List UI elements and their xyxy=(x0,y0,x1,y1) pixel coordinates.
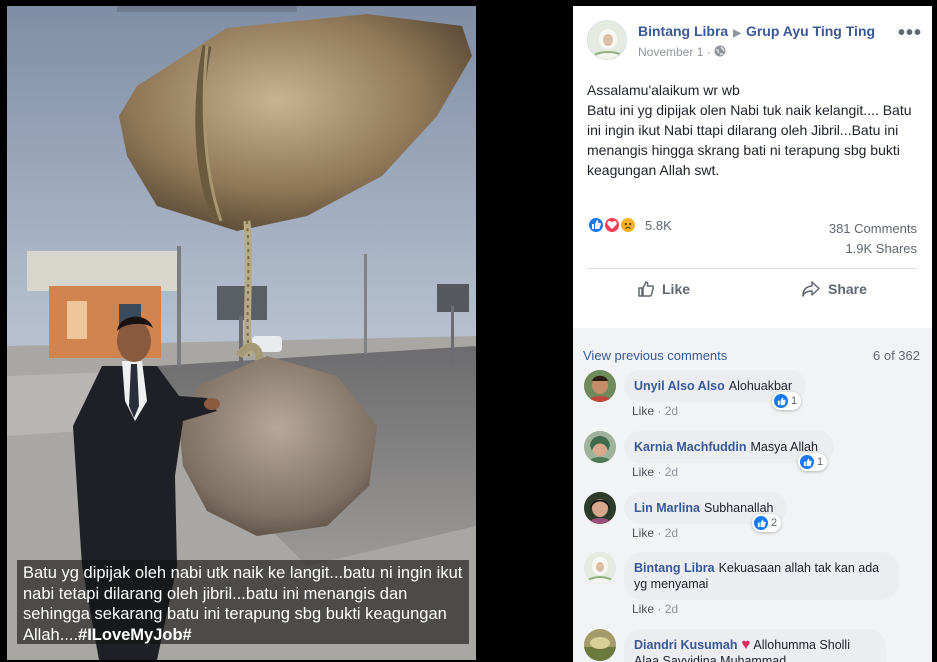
view-previous-comments-link[interactable]: View previous comments xyxy=(583,348,727,363)
comment-bubble: Diandri Kusumah ♥ Allohumma Sholli Alaa Sa… xyxy=(624,629,886,662)
comment-text: Alohuakbar xyxy=(728,379,793,393)
like-reaction-icon xyxy=(754,516,768,530)
dot-separator: · xyxy=(657,526,662,540)
comments-pagination: 6 of 362 xyxy=(873,348,920,363)
comment-like-link[interactable]: Like xyxy=(632,404,654,418)
post-actions: Like Share xyxy=(587,274,917,304)
divider xyxy=(587,268,917,269)
caption-hashtag: #ILoveMyJob# xyxy=(78,625,192,644)
comments-section: View previous comments 6 of 362 Unyil Al… xyxy=(573,328,932,662)
comment-reaction-count: 1 xyxy=(791,395,798,407)
commenter-avatar[interactable] xyxy=(584,431,616,463)
post-photo[interactable]: Batu yg dipijak oleh nabi utk naik ke la… xyxy=(7,6,476,660)
comment-like-link[interactable]: Like xyxy=(632,465,654,479)
share-button[interactable]: Share xyxy=(801,274,867,304)
like-button[interactable]: Like xyxy=(637,274,690,304)
comment-reactions[interactable]: 2 xyxy=(752,514,782,532)
engagement-counts: 381 Comments 1.9K Shares xyxy=(829,219,917,259)
dot-separator: · xyxy=(657,465,662,479)
post-header: Bintang Libra ▶ Grup Ayu Ting Ting Novembe… xyxy=(587,20,922,64)
post-greeting: Assalamu'alaikum wr wb xyxy=(587,82,740,98)
like-reaction-icon xyxy=(587,216,605,234)
photo-caption: Batu yg dipijak oleh nabi utk naik ke la… xyxy=(17,560,469,644)
sad-reaction-icon xyxy=(619,216,637,234)
post-body: Batu ini yg dipijak olen Nabi tuk naik k… xyxy=(587,102,912,178)
dot-separator: · xyxy=(706,45,715,59)
dot-separator: · xyxy=(657,404,662,418)
commenter-avatar[interactable] xyxy=(584,629,616,661)
commenter-name[interactable]: Diandri Kusumah xyxy=(634,638,738,652)
commenter-avatar[interactable] xyxy=(584,492,616,524)
post-meta: November 1 · xyxy=(638,45,726,59)
post-date[interactable]: November 1 xyxy=(638,45,703,59)
heart-icon: ♥ xyxy=(741,636,751,653)
comment-time[interactable]: 2d xyxy=(665,404,678,418)
post-side-panel: Bintang Libra ▶ Grup Ayu Ting Ting Novembe… xyxy=(573,6,932,662)
commenter-avatar[interactable] xyxy=(584,552,616,584)
post-message: Assalamu'alaikum wr wb Batu ini yg dipij… xyxy=(587,80,917,180)
reactions-bar: 5.8K 381 Comments 1.9K Shares xyxy=(587,216,917,256)
like-label: Like xyxy=(662,281,691,297)
comment-actions: Like · 2d xyxy=(632,526,678,540)
like-reaction-icon xyxy=(774,394,788,408)
avatar-image xyxy=(584,431,616,463)
comment-like-link[interactable]: Like xyxy=(632,602,654,616)
like-reaction-icon xyxy=(800,455,814,469)
group-name[interactable]: Grup Ayu Ting Ting xyxy=(746,23,875,39)
comment-reaction-count: 1 xyxy=(817,456,824,468)
comment-reactions[interactable]: 1 xyxy=(798,453,828,471)
love-reaction-icon xyxy=(603,216,621,234)
avatar-image xyxy=(584,552,616,584)
comment-text: Masya Allah xyxy=(750,440,818,454)
commenter-name[interactable]: Lin Marlina xyxy=(634,501,700,515)
post-author-line: Bintang Libra ▶ Grup Ayu Ting Ting xyxy=(638,23,875,39)
globe-icon xyxy=(714,45,726,57)
more-options-icon[interactable]: ••• xyxy=(898,22,922,45)
comment-actions: Like · 2d xyxy=(632,602,678,616)
commenter-name[interactable]: Karnia Machfuddin xyxy=(634,440,747,454)
comment-reactions[interactable]: 1 xyxy=(772,392,802,410)
comment-actions: Like · 2d xyxy=(632,404,678,418)
comment-time[interactable]: 2d xyxy=(665,526,678,540)
dot-separator: · xyxy=(657,602,662,616)
viewer-frame: Batu yg dipijak oleh nabi utk naik ke la… xyxy=(0,0,937,662)
reaction-count[interactable]: 5.8K xyxy=(645,218,672,233)
commenter-name[interactable]: Bintang Libra xyxy=(634,561,715,575)
avatar-image xyxy=(588,21,626,59)
comment-text: Subhanallah xyxy=(703,501,774,515)
shares-count[interactable]: 1.9K Shares xyxy=(829,239,917,259)
comment-like-link[interactable]: Like xyxy=(632,526,654,540)
thumbs-up-icon xyxy=(757,518,766,527)
arrow-right-icon: ▶ xyxy=(733,28,741,39)
commenter-name[interactable]: Unyil Also Also xyxy=(634,379,725,393)
comment-reaction-count: 2 xyxy=(771,517,778,529)
author-name[interactable]: Bintang Libra xyxy=(638,23,728,39)
thumbs-up-icon xyxy=(592,220,601,229)
share-arrow-icon xyxy=(802,281,820,297)
avatar-image xyxy=(584,370,616,402)
comment-bubble: Bintang Libra Kekuasaan allah tak kan ada… xyxy=(624,552,899,600)
comment-time[interactable]: 2d xyxy=(665,465,678,479)
share-label: Share xyxy=(828,281,867,297)
sad-face-icon xyxy=(624,222,633,229)
comment-time[interactable]: 2d xyxy=(665,602,678,616)
author-avatar[interactable] xyxy=(587,20,627,60)
avatar-image xyxy=(584,629,616,661)
thumbs-up-outline-icon xyxy=(638,281,655,297)
comments-count[interactable]: 381 Comments xyxy=(829,219,917,239)
comment-actions: Like · 2d xyxy=(632,465,678,479)
thumbs-up-icon xyxy=(777,396,786,405)
heart-icon xyxy=(607,221,617,229)
thumbs-up-icon xyxy=(803,457,812,466)
avatar-image xyxy=(584,492,616,524)
commenter-avatar[interactable] xyxy=(584,370,616,402)
